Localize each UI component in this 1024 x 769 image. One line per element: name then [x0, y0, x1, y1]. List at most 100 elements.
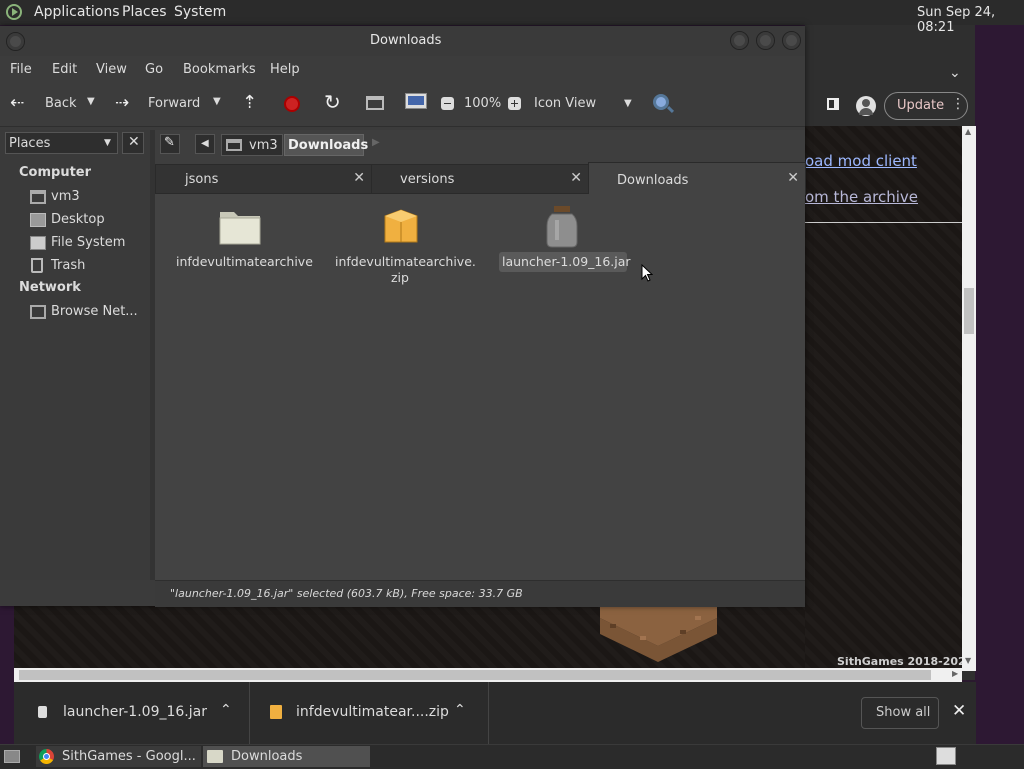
download-name: launcher-1.09_16.jar: [63, 704, 207, 720]
download-item[interactable]: launcher-1.09_16.jar ⌃: [24, 682, 250, 744]
forward-label: Forward: [148, 96, 201, 111]
search-icon-handle: [666, 105, 675, 114]
view-mode-select[interactable]: Icon View ▼: [530, 94, 640, 116]
scroll-down-icon[interactable]: ▼: [965, 656, 971, 665]
tab-label: versions: [400, 172, 455, 187]
window-menu-icon[interactable]: [6, 32, 25, 51]
link-from-archive[interactable]: om the archive: [805, 188, 918, 206]
reload-icon[interactable]: ↻: [324, 90, 341, 114]
close-icon[interactable]: ✕: [353, 170, 365, 186]
close-icon[interactable]: [782, 31, 801, 50]
menu-bookmarks[interactable]: Bookmarks: [183, 62, 256, 77]
back-dropdown-icon[interactable]: ▼: [87, 96, 95, 107]
sidebar-item-desktop[interactable]: Desktop: [28, 210, 148, 230]
web-page: [805, 126, 963, 670]
sidebar-item-label: Trash: [51, 258, 86, 273]
menu-help[interactable]: Help: [270, 62, 300, 77]
menu-view[interactable]: View: [96, 62, 127, 77]
tab-jsons[interactable]: jsons ✕: [155, 164, 372, 194]
path-button-vm3[interactable]: vm3: [221, 134, 283, 156]
sidebar-item-trash[interactable]: Trash: [28, 256, 148, 276]
back-arrow-icon: ⇠: [10, 93, 25, 113]
tab-versions[interactable]: versions ✕: [371, 164, 589, 194]
up-arrow-icon[interactable]: ⇡: [242, 92, 257, 113]
menu-edit[interactable]: Edit: [52, 62, 77, 77]
chevron-right-icon[interactable]: ▶: [372, 137, 380, 148]
maximize-icon[interactable]: [756, 31, 775, 50]
scroll-right-icon[interactable]: ▶: [952, 669, 958, 678]
update-button[interactable]: Update ⋮: [884, 92, 968, 120]
file-item-folder[interactable]: infdevultimatearchive: [170, 206, 313, 276]
scroll-up-icon[interactable]: ▲: [965, 127, 971, 136]
file-item-jar[interactable]: launcher-1.09_16.jar: [497, 204, 631, 272]
avatar[interactable]: [856, 96, 876, 116]
sidebar-item-label: vm3: [51, 189, 80, 204]
sidebar-item-browse-network[interactable]: Browse Net...: [28, 302, 148, 322]
file-item-zip[interactable]: infdevultimatearchive. zip: [327, 206, 477, 291]
taskbar-item-downloads[interactable]: Downloads: [203, 746, 370, 767]
home-icon[interactable]: [366, 96, 384, 110]
chevron-up-icon[interactable]: ⌃: [220, 702, 232, 718]
menu-bar: File Edit View Go Bookmarks Help: [0, 56, 805, 84]
back-button[interactable]: ⇠ Back ▼: [10, 93, 110, 116]
zoom-out-icon[interactable]: [441, 97, 454, 110]
show-all-button[interactable]: Show all: [861, 697, 939, 729]
applications-menu[interactable]: Applications: [34, 4, 120, 20]
sidebar-item-label: Desktop: [51, 212, 105, 227]
path-back-button[interactable]: ◀: [195, 134, 215, 154]
computer-icon[interactable]: [405, 93, 427, 109]
clock[interactable]: Sun Sep 24, 08:21: [917, 5, 1024, 35]
workspace-switcher-icon[interactable]: [936, 747, 956, 765]
scrollbar-thumb-h[interactable]: [19, 670, 931, 680]
download-item[interactable]: infdevultimatear....zip ⌃: [256, 682, 489, 744]
sidebar-selector[interactable]: Places ▼: [5, 132, 118, 154]
side-panel-icon[interactable]: [827, 98, 839, 110]
system-menu[interactable]: System: [174, 4, 226, 20]
window-titlebar[interactable]: Downloads: [0, 26, 805, 56]
tab-label: jsons: [185, 172, 219, 187]
forward-button[interactable]: ⇢ Forward ▼: [115, 93, 227, 116]
tab-downloads[interactable]: Downloads ✕: [588, 162, 806, 195]
close-icon[interactable]: ✕: [952, 701, 966, 721]
tab-label: Downloads: [617, 173, 689, 188]
horizontal-scrollbar[interactable]: ▶: [14, 668, 962, 682]
sidebar-item-vm3[interactable]: vm3: [28, 187, 148, 207]
sidebar-item-file-system[interactable]: File System: [28, 233, 148, 253]
edit-path-button[interactable]: ✎: [160, 134, 180, 154]
trash-icon: [31, 258, 43, 273]
chevron-up-icon[interactable]: ⌃: [454, 702, 466, 718]
minimize-icon[interactable]: [730, 31, 749, 50]
file-icon-view[interactable]: infdevultimatearchive infdevultimatearch…: [155, 194, 805, 580]
vertical-scrollbar[interactable]: ▲ ▼: [962, 126, 976, 671]
desktop-icon: [30, 213, 46, 227]
file-icon: [38, 706, 47, 718]
forward-dropdown-icon[interactable]: ▼: [213, 96, 221, 107]
chevron-down-icon[interactable]: ⌄: [949, 65, 961, 81]
zoom-level: 100%: [464, 96, 502, 111]
stop-icon[interactable]: [284, 96, 300, 112]
places-menu[interactable]: Places: [122, 4, 167, 20]
more-icon: ⋮: [951, 96, 965, 112]
menu-logo-icon[interactable]: [6, 4, 22, 20]
forward-arrow-icon: ⇢: [115, 93, 130, 113]
sidebar-close-button[interactable]: ✕: [122, 132, 144, 154]
close-icon[interactable]: ✕: [570, 170, 582, 186]
menu-go[interactable]: Go: [145, 62, 163, 77]
scrollbar-thumb[interactable]: [964, 288, 974, 334]
divider: [805, 222, 962, 223]
link-download-mod-client[interactable]: oad mod client: [805, 152, 917, 170]
taskbar-item-browser[interactable]: SithGames - Googl...: [36, 746, 201, 767]
chevron-down-icon: ▼: [624, 98, 632, 109]
folder-icon: [219, 212, 261, 245]
desktop-background-left: [0, 605, 14, 745]
zoom-in-icon[interactable]: [508, 97, 521, 110]
menu-file[interactable]: File: [10, 62, 32, 77]
file-name: launcher-1.09_16.jar: [502, 254, 631, 269]
show-desktop-icon[interactable]: [4, 750, 20, 763]
path-button-downloads[interactable]: Downloads: [284, 134, 368, 156]
close-icon[interactable]: ✕: [787, 170, 799, 186]
back-label: Back: [45, 96, 77, 111]
chevron-down-icon: ▼: [104, 138, 111, 148]
toolbar: ⇠ Back ▼ ⇢ Forward ▼ ⇡ ↻ 100% Icon View …: [0, 84, 805, 127]
path-label: vm3: [249, 138, 278, 153]
